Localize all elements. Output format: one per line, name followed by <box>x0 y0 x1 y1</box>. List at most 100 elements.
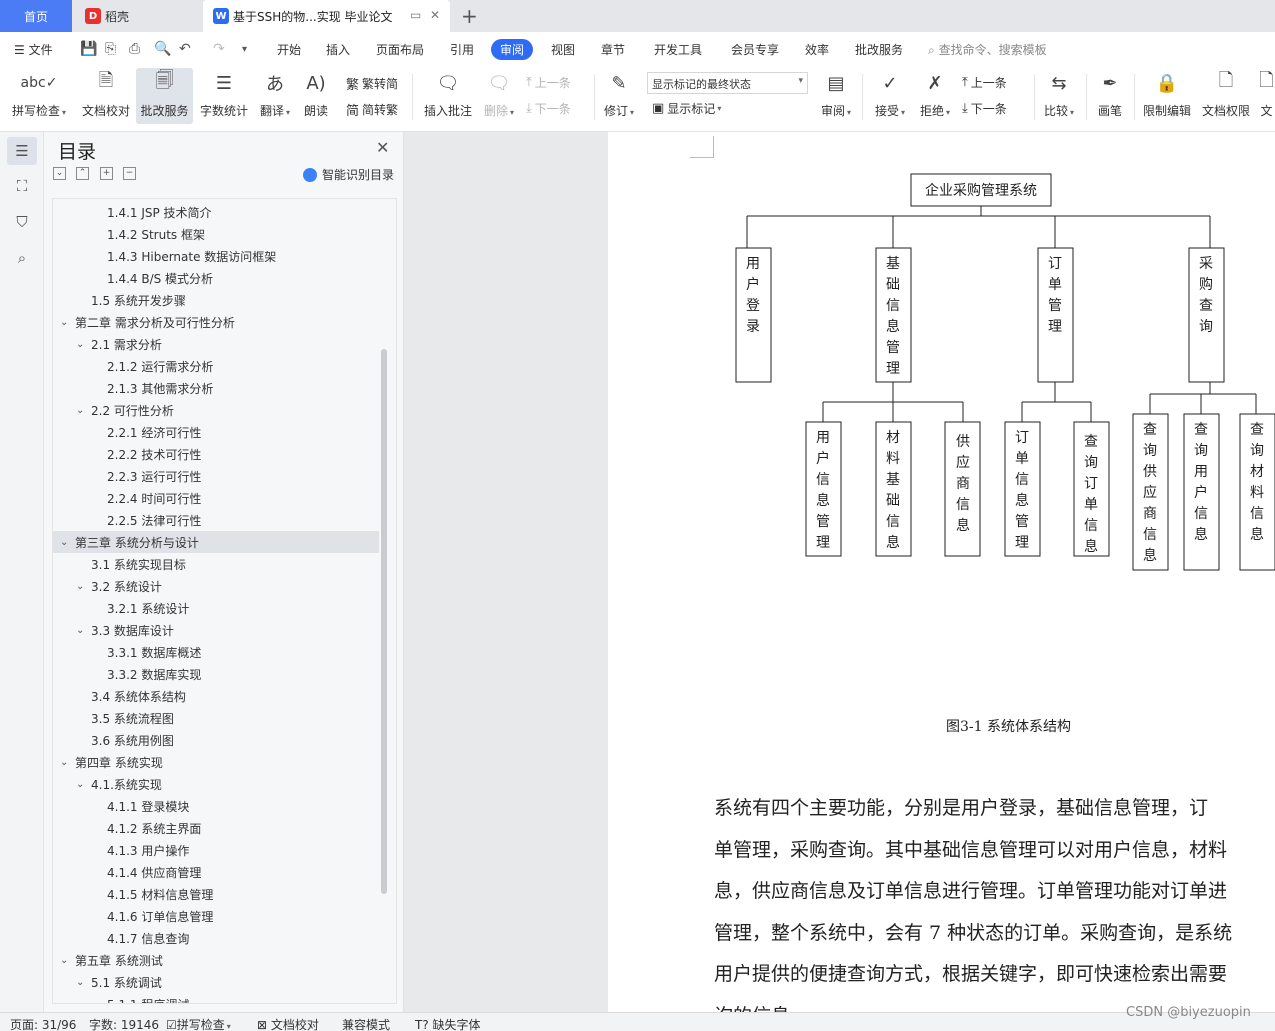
print-preview-icon[interactable]: 🔍 <box>154 41 171 57</box>
spellcheck-status[interactable]: ☑拼写检查 ▾ <box>166 1016 231 1031</box>
chevron-down-icon[interactable]: ⌄ <box>76 779 84 790</box>
toc-item[interactable]: 3.3.1 数据库概述 <box>53 641 379 663</box>
undo-icon[interactable]: ↶ <box>179 41 191 57</box>
chapter-nav-icon[interactable]: ⛶ <box>7 172 37 200</box>
toc-item[interactable]: ⌄ 第三章 系统分析与设计 <box>53 531 379 553</box>
new-tab-icon[interactable]: + <box>461 4 478 28</box>
toc-item[interactable]: 3.6 系统用例图 <box>53 729 379 751</box>
menu-efficiency[interactable]: 效率 <box>805 41 829 58</box>
markup-display-select[interactable]: 显示标记的最终状态 ▾ <box>647 72 808 94</box>
toc-item[interactable]: 4.1.7 信息查询 <box>53 927 379 949</box>
toc-item[interactable]: ⌄ 4.1.系统实现 <box>53 773 379 795</box>
menu-membership[interactable]: 会员专享 <box>731 41 779 58</box>
chevron-down-icon[interactable]: ⌄ <box>60 955 68 966</box>
add-heading-icon[interactable]: + <box>100 167 113 180</box>
toc-item[interactable]: ⌄ 2.1 需求分析 <box>53 333 379 355</box>
track-changes-button[interactable]: ✎ 修订 ▾ <box>600 68 638 124</box>
toc-item[interactable]: 3.3.2 数据库实现 <box>53 663 379 685</box>
chevron-down-icon[interactable]: ⌄ <box>76 339 84 350</box>
simplified-to-traditional-button[interactable]: 简简转繁 <box>346 100 398 119</box>
toc-item[interactable]: ⌄ 第二章 需求分析及可行性分析 <box>53 311 379 333</box>
menu-developer[interactable]: 开发工具 <box>654 41 702 58</box>
pen-button[interactable]: ✒ 画笔 <box>1093 68 1127 124</box>
smart-toc-button[interactable]: 智能识别目录 <box>303 166 394 183</box>
toc-item[interactable]: 4.1.2 系统主界面 <box>53 817 379 839</box>
menu-references[interactable]: 引用 <box>450 41 474 58</box>
tab-daoke[interactable]: D 稻壳 <box>73 0 201 32</box>
tab-float-icon[interactable]: ▭ <box>410 8 421 22</box>
file-menu[interactable]: ☰ 文件 <box>14 41 53 58</box>
toc-item[interactable]: ⌄ 3.2 系统设计 <box>53 575 379 597</box>
toc-item[interactable]: 2.2.3 运行可行性 <box>53 465 379 487</box>
chevron-down-icon[interactable]: ⌄ <box>60 537 68 548</box>
toc-item[interactable]: 4.1.5 材料信息管理 <box>53 883 379 905</box>
menu-view[interactable]: 视图 <box>551 41 575 58</box>
chevron-down-icon[interactable]: ⌄ <box>60 757 68 768</box>
word-count-indicator[interactable]: 字数: 19146 <box>89 1016 159 1031</box>
toc-item[interactable]: 2.1.2 运行需求分析 <box>53 355 379 377</box>
export-pdf-icon[interactable]: ⎘ <box>105 41 116 57</box>
toc-item[interactable]: 3.5 系统流程图 <box>53 707 379 729</box>
toc-item[interactable]: 4.1.4 供应商管理 <box>53 861 379 883</box>
toc-item[interactable]: 1.4.3 Hibernate 数据访问框架 <box>53 245 379 267</box>
save-icon[interactable]: 💾 <box>80 41 97 57</box>
toc-item[interactable]: 2.2.5 法律可行性 <box>53 509 379 531</box>
proofread-status[interactable]: ⊠ 文档校对 <box>257 1016 319 1031</box>
toc-item[interactable]: 4.1.6 订单信息管理 <box>53 905 379 927</box>
truncated-button[interactable]: 🗋 文 <box>1258 68 1275 124</box>
toc-scrollbar[interactable] <box>381 349 387 894</box>
toc-item[interactable]: 4.1.3 用户操作 <box>53 839 379 861</box>
toc-item[interactable]: 1.4.2 Struts 框架 <box>53 223 379 245</box>
toc-item[interactable]: ⌄ 5.1 系统调试 <box>53 971 379 993</box>
toc-item[interactable]: 2.2.4 时间可行性 <box>53 487 379 509</box>
tab-close-icon[interactable]: ✕ <box>430 8 440 22</box>
expand-all-icon[interactable]: ⌃ <box>76 167 89 180</box>
close-icon[interactable]: ✕ <box>376 138 389 157</box>
traditional-to-simplified-button[interactable]: 繁繁转简 <box>346 74 398 93</box>
menu-chapter[interactable]: 章节 <box>601 41 625 58</box>
menu-start[interactable]: 开始 <box>277 41 301 58</box>
toc-item[interactable]: 5.1.1 程序调试 <box>53 993 379 1004</box>
chevron-down-icon[interactable]: ⌄ <box>76 581 84 592</box>
body-paragraph[interactable]: 系统有四个主要功能，分别是用户登录，基础信息管理，订 单管理，采购查询。其中基础信… <box>714 788 1275 1012</box>
prev-comment-button[interactable]: ⤒ 上一条 <box>526 74 571 91</box>
read-aloud-button[interactable]: A) 朗读 <box>298 68 334 124</box>
toc-item[interactable]: 3.4 系统体系结构 <box>53 685 379 707</box>
toc-item[interactable]: 2.1.3 其他需求分析 <box>53 377 379 399</box>
toc-item[interactable]: 1.5 系统开发步骤 <box>53 289 379 311</box>
show-markup-button[interactable]: ▣ 显示标记 ▾ <box>652 100 721 117</box>
redo-icon[interactable]: ↷ <box>213 41 225 57</box>
customize-toolbar-icon[interactable]: ▾ <box>242 44 247 55</box>
menu-review[interactable]: 审阅 <box>491 39 534 60</box>
print-icon[interactable]: ⎙ <box>129 41 140 57</box>
toc-item[interactable]: 2.2.2 技术可行性 <box>53 443 379 465</box>
toc-item[interactable]: ⌄ 3.3 数据库设计 <box>53 619 379 641</box>
missing-font-status[interactable]: T? 缺失字体 <box>415 1016 481 1031</box>
menu-grading-service[interactable]: 批改服务 <box>855 41 903 58</box>
menu-page-layout[interactable]: 页面布局 <box>376 41 424 58</box>
toc-item[interactable]: ⌄ 第五章 系统测试 <box>53 949 379 971</box>
insert-comment-button[interactable]: 🗨 插入批注 <box>422 68 474 124</box>
next-comment-button[interactable]: ⤓ 下一条 <box>526 100 571 117</box>
chevron-down-icon[interactable]: ⌄ <box>60 317 68 328</box>
next-change-button[interactable]: ⤓ 下一条 <box>962 100 1007 117</box>
tab-home[interactable]: 首页 <box>0 0 72 32</box>
search-icon[interactable]: ⌕ <box>7 244 37 272</box>
reject-button[interactable]: ✗ 拒绝 ▾ <box>915 68 955 124</box>
collapse-all-icon[interactable]: ⌄ <box>53 167 66 180</box>
page-indicator[interactable]: 页面: 31/96 <box>10 1016 76 1031</box>
chevron-down-icon[interactable]: ⌄ <box>76 977 84 988</box>
chevron-down-icon[interactable]: ⌄ <box>76 405 84 416</box>
compare-button[interactable]: ⇆ 比较 ▾ <box>1040 68 1078 124</box>
spellcheck-button[interactable]: abc✓ 拼写检查 ▾ <box>8 68 70 124</box>
menu-insert[interactable]: 插入 <box>326 41 350 58</box>
toc-item[interactable]: 3.1 系统实现目标 <box>53 553 379 575</box>
chevron-down-icon[interactable]: ⌄ <box>76 625 84 636</box>
toc-item[interactable]: 1.4.4 B/S 模式分析 <box>53 267 379 289</box>
document-page[interactable]: 企业采购管理系统 用户登录 基础信息管理 订单管理 采购查询 用户信息管理 材料基础信息 供应… <box>608 132 1275 1012</box>
toc-item[interactable]: ⌄ 第四章 系统实现 <box>53 751 379 773</box>
review-pane-button[interactable]: ▤ 审阅 ▾ <box>816 68 856 124</box>
prev-change-button[interactable]: ⤒ 上一条 <box>962 74 1007 91</box>
doc-permission-button[interactable]: 🗋 文档权限 <box>1199 68 1253 124</box>
grading-service-button[interactable]: 🗐 批改服务 <box>136 68 193 124</box>
